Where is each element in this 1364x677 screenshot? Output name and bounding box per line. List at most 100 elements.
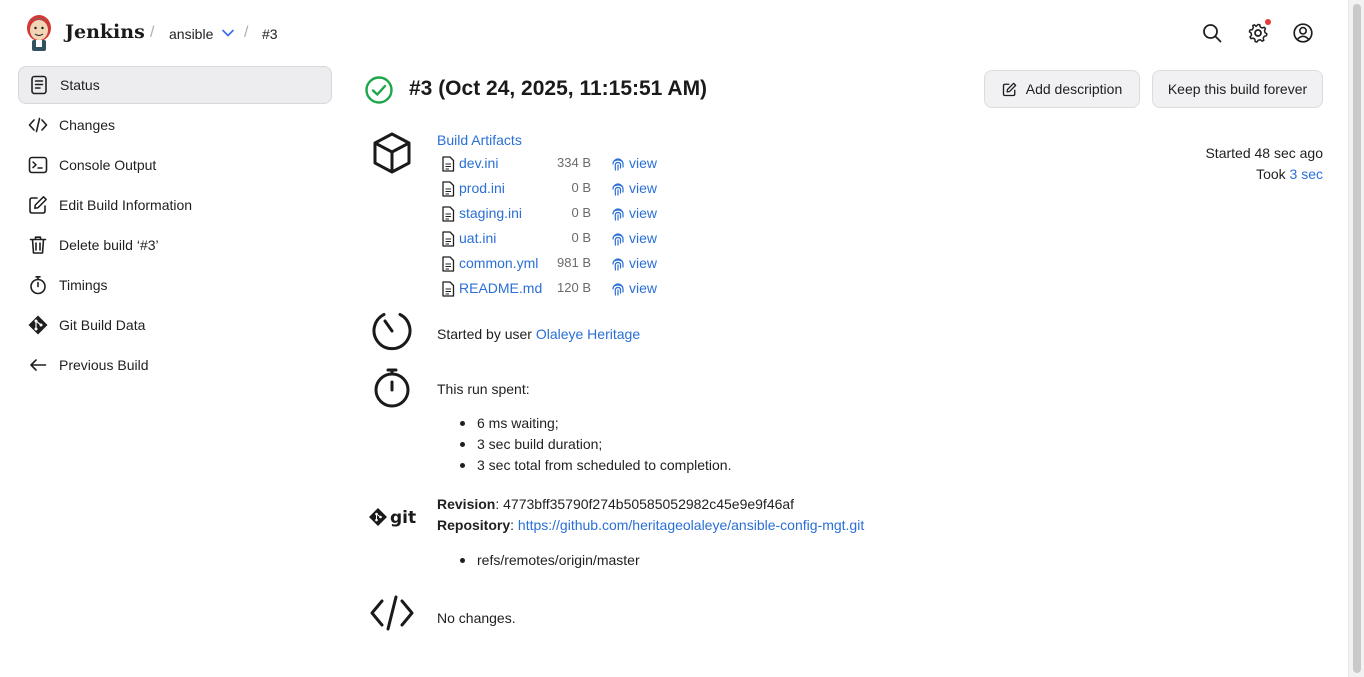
run-spent-title: This run spent: bbox=[437, 381, 530, 397]
artifact-file-link[interactable]: prod.ini bbox=[459, 180, 505, 196]
edit-icon bbox=[28, 195, 48, 215]
sidebar-item-status[interactable]: Status bbox=[18, 66, 332, 104]
artifact-row: dev.ini 334 B view bbox=[441, 153, 671, 175]
artifact-file-link[interactable]: README.md bbox=[459, 280, 542, 296]
artifact-view-link[interactable]: view bbox=[629, 280, 657, 296]
list-item: 3 sec build duration; bbox=[459, 434, 731, 455]
sidebar-item-changes[interactable]: Changes bbox=[18, 106, 332, 144]
user-link[interactable]: Olaleye Heritage bbox=[536, 326, 640, 342]
fingerprint-icon[interactable] bbox=[611, 231, 625, 247]
artifact-view-link[interactable]: view bbox=[629, 230, 657, 246]
code-icon bbox=[370, 595, 414, 631]
artifact-size: 334 B bbox=[557, 155, 591, 170]
scrollbar-thumb[interactable] bbox=[1353, 4, 1361, 673]
sidebar-item-label: Console Output bbox=[59, 157, 157, 173]
file-icon bbox=[442, 206, 455, 222]
success-check-icon bbox=[365, 76, 393, 104]
artifact-file-link[interactable]: common.yml bbox=[459, 255, 538, 271]
breadcrumb-job[interactable]: ansible bbox=[169, 26, 213, 42]
document-icon bbox=[29, 75, 49, 95]
took-label: Took bbox=[1256, 166, 1286, 182]
artifact-size: 0 B bbox=[571, 230, 591, 245]
sidebar: Status Changes Console Output Edit Build… bbox=[18, 66, 332, 386]
sidebar-item-edit-build-information[interactable]: Edit Build Information bbox=[18, 186, 332, 224]
artifact-view-link[interactable]: view bbox=[629, 180, 657, 196]
jenkins-logo-icon[interactable] bbox=[24, 14, 54, 52]
sidebar-item-label: Edit Build Information bbox=[59, 197, 193, 213]
artifact-view-link[interactable]: view bbox=[629, 255, 657, 271]
scrollbar[interactable] bbox=[1348, 0, 1364, 677]
build-artifacts-link[interactable]: Build Artifacts bbox=[437, 132, 522, 148]
revision-value: 4773bff35790f274b50585052982c45e9e9f46af bbox=[503, 496, 795, 512]
sidebar-item-git-build-data[interactable]: Git Build Data bbox=[18, 306, 332, 344]
sidebar-item-delete-build[interactable]: Delete build ‘#3’ bbox=[18, 226, 332, 264]
git-logo-icon: git bbox=[369, 508, 416, 528]
keep-build-forever-button[interactable]: Keep this build forever bbox=[1152, 70, 1323, 108]
file-icon bbox=[442, 181, 455, 197]
revision-label: Revision bbox=[437, 496, 496, 512]
started-ago: Started 48 sec ago bbox=[1205, 145, 1323, 161]
file-icon bbox=[442, 256, 455, 272]
stopwatch-icon bbox=[374, 368, 410, 408]
sidebar-item-console-output[interactable]: Console Output bbox=[18, 146, 332, 184]
page-title: #3 (Oct 24, 2025, 11:15:51 AM) bbox=[409, 77, 708, 100]
started-by: Started by user Olaleye Heritage bbox=[437, 326, 640, 342]
fingerprint-icon[interactable] bbox=[611, 256, 625, 272]
artifact-view-link[interactable]: view bbox=[629, 155, 657, 171]
breadcrumb-build[interactable]: #3 bbox=[262, 26, 278, 42]
breadcrumb-separator: / bbox=[150, 24, 155, 41]
chevron-down-icon[interactable] bbox=[221, 26, 235, 40]
header: Jenkins / ansible / #3 bbox=[0, 0, 1348, 66]
add-description-label: Add description bbox=[1025, 81, 1123, 97]
artifact-file-link[interactable]: staging.ini bbox=[459, 205, 522, 221]
list-item: refs/remotes/origin/master bbox=[459, 550, 640, 571]
started-by-label: Started by user bbox=[437, 326, 532, 342]
timing-list: 6 ms waiting; 3 sec build duration; 3 se… bbox=[459, 413, 731, 476]
artifact-view-link[interactable]: view bbox=[629, 205, 657, 221]
add-description-button[interactable]: Add description bbox=[984, 70, 1140, 108]
repository-label: Repository bbox=[437, 517, 511, 533]
artifact-row: uat.ini 0 B view bbox=[441, 228, 671, 250]
artifact-size: 981 B bbox=[557, 255, 591, 270]
artifact-row: prod.ini 0 B view bbox=[441, 178, 671, 200]
sidebar-item-label: Status bbox=[60, 77, 100, 93]
artifact-size: 120 B bbox=[557, 280, 591, 295]
file-icon bbox=[442, 281, 455, 297]
search-icon[interactable] bbox=[1201, 22, 1223, 44]
list-item: 6 ms waiting; bbox=[459, 413, 731, 434]
artifact-file-link[interactable]: uat.ini bbox=[459, 230, 496, 246]
sidebar-item-label: Timings bbox=[59, 277, 108, 293]
user-icon[interactable] bbox=[1292, 22, 1314, 44]
timer-icon bbox=[28, 275, 48, 295]
git-icon bbox=[28, 315, 48, 335]
sidebar-item-label: Git Build Data bbox=[59, 317, 146, 333]
code-icon bbox=[28, 115, 48, 135]
breadcrumb-separator: / bbox=[244, 24, 249, 41]
fingerprint-icon[interactable] bbox=[611, 281, 625, 297]
terminal-icon bbox=[28, 155, 48, 175]
artifact-size: 0 B bbox=[571, 180, 591, 195]
took-link[interactable]: 3 sec bbox=[1290, 166, 1323, 182]
trash-icon bbox=[28, 235, 48, 255]
branch-list: refs/remotes/origin/master bbox=[459, 550, 640, 571]
git-logo-text: git bbox=[390, 508, 416, 528]
fingerprint-icon[interactable] bbox=[611, 206, 625, 222]
repository-link[interactable]: https://github.com/heritageolaleye/ansib… bbox=[518, 517, 864, 533]
sidebar-item-label: Previous Build bbox=[59, 357, 149, 373]
artifact-row: README.md 120 B view bbox=[441, 278, 671, 300]
keep-build-forever-label: Keep this build forever bbox=[1167, 81, 1308, 97]
sidebar-item-label: Delete build ‘#3’ bbox=[59, 237, 159, 253]
build-meta: Started 48 sec ago Took 3 sec bbox=[1205, 143, 1323, 185]
artifact-file-link[interactable]: dev.ini bbox=[459, 155, 498, 171]
git-repository: Repository: https://github.com/heritageo… bbox=[437, 517, 865, 533]
sidebar-item-timings[interactable]: Timings bbox=[18, 266, 332, 304]
took-duration: Took 3 sec bbox=[1205, 164, 1323, 185]
sidebar-item-previous-build[interactable]: Previous Build bbox=[18, 346, 332, 384]
list-item: 3 sec total from scheduled to completion… bbox=[459, 455, 731, 476]
gauge-icon bbox=[372, 313, 412, 351]
artifact-row: common.yml 981 B view bbox=[441, 253, 671, 275]
fingerprint-icon[interactable] bbox=[611, 181, 625, 197]
brand-name[interactable]: Jenkins bbox=[65, 21, 145, 43]
fingerprint-icon[interactable] bbox=[611, 156, 625, 172]
gear-icon[interactable] bbox=[1247, 22, 1269, 44]
